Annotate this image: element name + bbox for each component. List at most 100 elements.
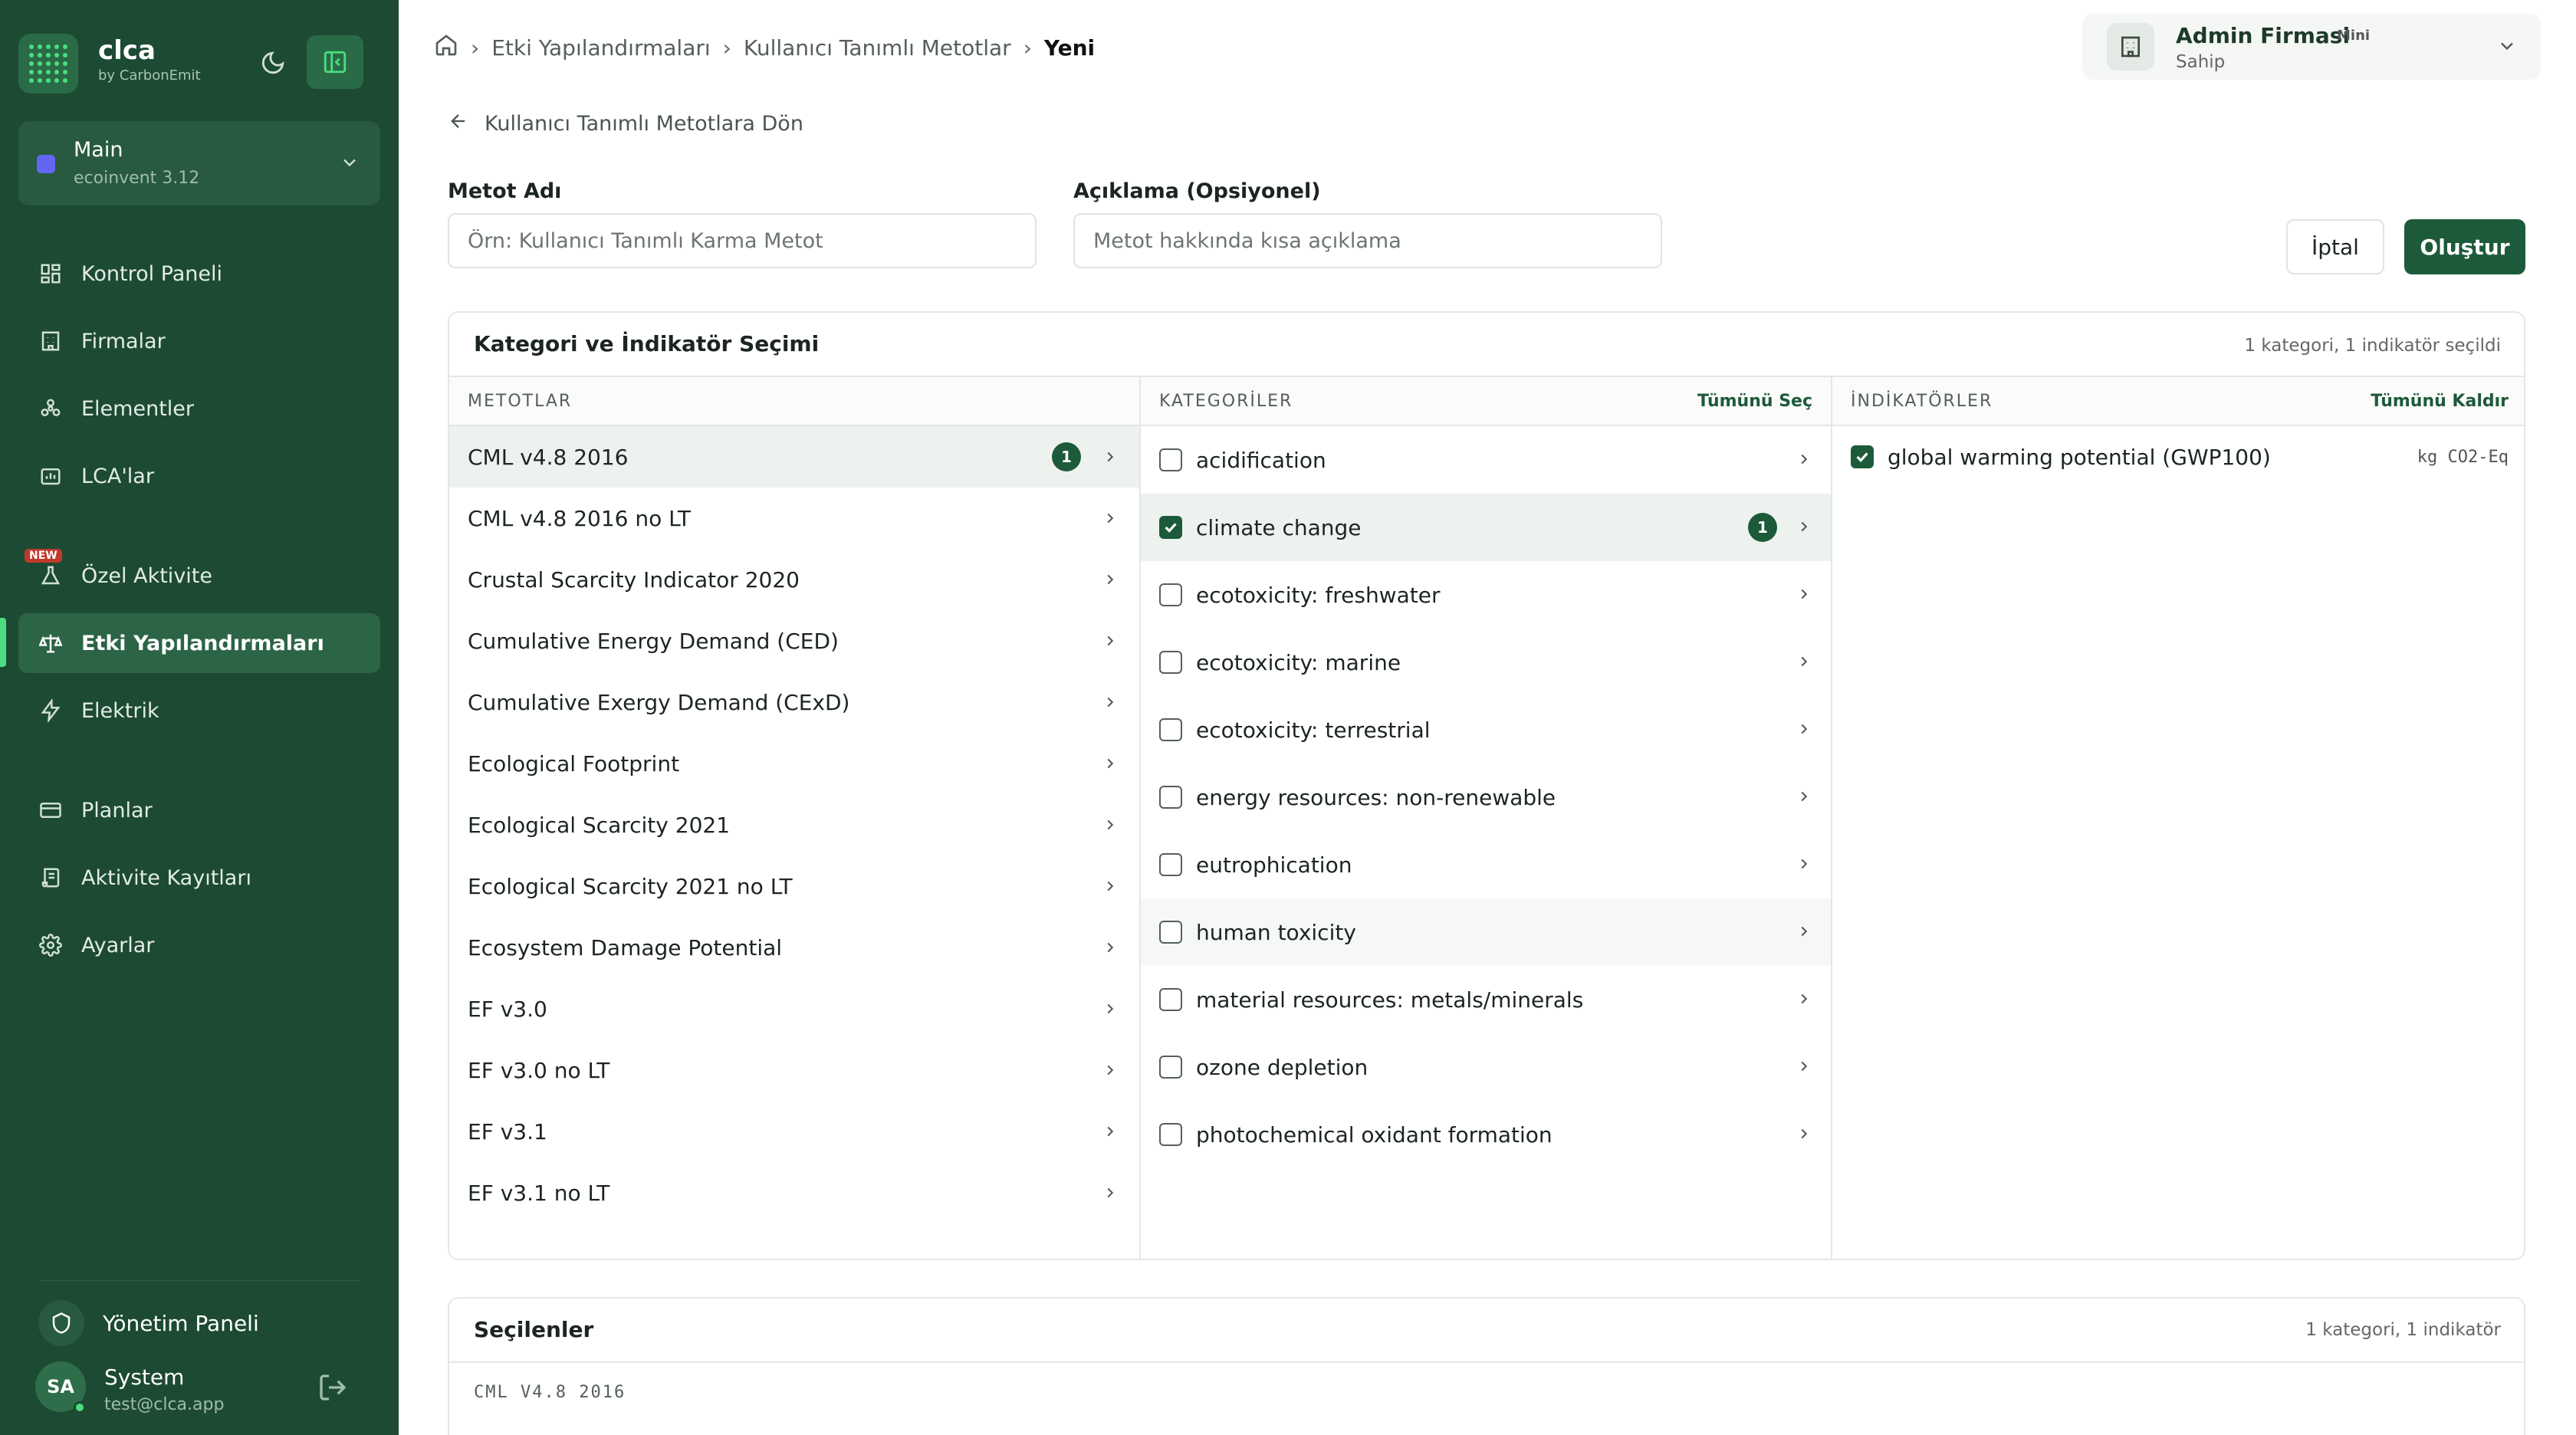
method-list-item[interactable]: EF v3.0 no LT bbox=[449, 1039, 1139, 1101]
indicator-list-item[interactable]: global warming potential (GWP100) kg CO2-… bbox=[1832, 426, 2524, 488]
sidebar-item-label: Ayarlar bbox=[81, 933, 155, 957]
sidebar-item-label: LCA'lar bbox=[81, 464, 154, 488]
elements-icon bbox=[37, 395, 64, 422]
category-checkbox[interactable] bbox=[1159, 1056, 1182, 1079]
category-checkbox[interactable] bbox=[1159, 651, 1182, 674]
selection-card-title: Kategori ve İndikatör Seçimi bbox=[474, 331, 820, 356]
firm-name: Admin Firmasi bbox=[2176, 23, 2351, 48]
admin-panel-link[interactable]: Yönetim Paneli bbox=[38, 1300, 259, 1346]
select-all-button[interactable]: Tümünü Seç bbox=[1697, 392, 1812, 411]
home-icon[interactable] bbox=[434, 33, 458, 63]
back-link[interactable]: Kullanıcı Tanımlı Metotlara Dön bbox=[448, 110, 803, 137]
category-list-item[interactable]: energy resources: non-renewable bbox=[1141, 763, 1831, 831]
category-checkbox[interactable] bbox=[1159, 921, 1182, 944]
collapse-sidebar-icon[interactable] bbox=[307, 35, 363, 89]
category-list-item[interactable]: material resources: metals/minerals bbox=[1141, 966, 1831, 1033]
chevron-down-icon bbox=[2496, 35, 2518, 62]
category-checkbox[interactable] bbox=[1159, 583, 1182, 606]
method-list-item[interactable]: Cumulative Energy Demand (CED) bbox=[449, 610, 1139, 672]
method-list-item[interactable]: Ecological Scarcity 2021 bbox=[449, 794, 1139, 855]
sidebar-item-firms[interactable]: Firmalar bbox=[18, 311, 380, 371]
sidebar-item-label: Kontrol Paneli bbox=[81, 261, 223, 286]
chevron-right-icon bbox=[1796, 852, 1812, 878]
chevron-right-icon: › bbox=[1023, 34, 1032, 61]
category-checkbox[interactable] bbox=[1159, 853, 1182, 876]
chevron-right-icon bbox=[1796, 987, 1812, 1013]
category-list-item[interactable]: ozone depletion bbox=[1141, 1033, 1831, 1101]
category-label: photochemical oxidant formation bbox=[1196, 1121, 1552, 1148]
project-selector[interactable]: Main ecoinvent 3.12 bbox=[18, 121, 380, 205]
description-label: Açıklama (Opsiyonel) bbox=[1073, 179, 1321, 203]
method-list-item[interactable]: Ecological Scarcity 2021 no LT bbox=[449, 855, 1139, 917]
category-checkbox[interactable] bbox=[1159, 516, 1182, 539]
method-list-item[interactable]: Crustal Scarcity Indicator 2020 bbox=[449, 549, 1139, 610]
project-name: Main bbox=[74, 138, 123, 162]
method-label: Ecosystem Damage Potential bbox=[468, 934, 783, 960]
category-list-item[interactable]: ecotoxicity: freshwater bbox=[1141, 561, 1831, 629]
method-list-item[interactable]: EF v3.1 bbox=[449, 1101, 1139, 1162]
dark-mode-icon[interactable] bbox=[256, 46, 290, 80]
sidebar-item-elements[interactable]: Elementler bbox=[18, 379, 380, 438]
category-list-item[interactable]: ecotoxicity: terrestrial bbox=[1141, 696, 1831, 763]
sidebar-item-dashboard[interactable]: Kontrol Paneli bbox=[18, 244, 380, 304]
sidebar-item-lcas[interactable]: LCA'lar bbox=[18, 446, 380, 506]
sidebar-item-activity-records[interactable]: Aktivite Kayıtları bbox=[18, 848, 380, 908]
sidebar-item-custom-activity[interactable]: Özel Aktivite bbox=[18, 546, 380, 606]
active-indicator bbox=[0, 618, 6, 667]
method-label: EF v3.1 no LT bbox=[468, 1180, 610, 1206]
category-checkbox[interactable] bbox=[1159, 786, 1182, 809]
sidebar-item-label: Aktivite Kayıtları bbox=[81, 865, 251, 890]
method-list-item[interactable]: Ecosystem Damage Potential bbox=[449, 917, 1139, 978]
sidebar-item-plans[interactable]: Planlar bbox=[18, 780, 380, 840]
indicators-column: İNDİKATÖRLER Tümünü Kaldır global warmin… bbox=[1832, 377, 2524, 1259]
category-list-item[interactable]: climate change 1 bbox=[1141, 494, 1831, 561]
category-checkbox[interactable] bbox=[1159, 718, 1182, 741]
sidebar-item-electricity[interactable]: Elektrik bbox=[18, 681, 380, 740]
category-list-item[interactable]: eutrophication bbox=[1141, 831, 1831, 898]
selected-card-header: Seçilenler 1 kategori, 1 indikatör bbox=[449, 1299, 2524, 1363]
logout-icon[interactable] bbox=[317, 1372, 348, 1408]
sidebar: clca by CarbonEmit Main ecoinvent 3.12 K… bbox=[0, 0, 399, 1435]
chevron-right-icon bbox=[1796, 448, 1812, 473]
category-list-item[interactable]: human toxicity bbox=[1141, 898, 1831, 966]
method-list-item[interactable]: Ecological Footprint bbox=[449, 733, 1139, 794]
method-list-item[interactable]: CML v4.8 2016 1 bbox=[449, 426, 1139, 488]
chevron-right-icon bbox=[1099, 1123, 1121, 1140]
category-list-item[interactable]: ecotoxicity: marine bbox=[1141, 629, 1831, 696]
remove-all-button[interactable]: Tümünü Kaldır bbox=[2371, 392, 2509, 411]
method-label: CML v4.8 2016 no LT bbox=[468, 505, 691, 531]
sidebar-item-impact-configs[interactable]: Etki Yapılandırmaları bbox=[18, 613, 380, 673]
sidebar-item-settings[interactable]: Ayarlar bbox=[18, 915, 380, 975]
method-name-input[interactable] bbox=[448, 213, 1037, 268]
flask-icon bbox=[37, 562, 64, 589]
create-button[interactable]: Oluştur bbox=[2404, 219, 2525, 274]
lightning-icon bbox=[37, 697, 64, 724]
project-database: ecoinvent 3.12 bbox=[74, 169, 200, 188]
method-list-item[interactable]: EF v3.0 bbox=[449, 978, 1139, 1039]
description-input[interactable] bbox=[1073, 213, 1662, 268]
chevron-right-icon bbox=[1099, 510, 1121, 527]
cancel-button[interactable]: İptal bbox=[2286, 219, 2384, 274]
method-list-item[interactable]: EF v3.1 no LT bbox=[449, 1162, 1139, 1223]
category-label: ecotoxicity: marine bbox=[1196, 649, 1401, 675]
methods-column-header: METOTLAR bbox=[449, 377, 1139, 426]
method-label: Ecological Scarcity 2021 no LT bbox=[468, 873, 793, 899]
chevron-right-icon bbox=[1099, 1000, 1121, 1017]
indicator-checkbox[interactable] bbox=[1851, 445, 1874, 468]
category-list-item[interactable]: acidification bbox=[1141, 426, 1831, 494]
category-checkbox[interactable] bbox=[1159, 988, 1182, 1011]
method-list-item[interactable]: CML v4.8 2016 no LT bbox=[449, 488, 1139, 549]
method-label: EF v3.0 bbox=[468, 996, 547, 1022]
breadcrumb-item-impact-configs[interactable]: Etki Yapılandırmaları bbox=[491, 35, 710, 61]
method-list-item[interactable]: Cumulative Exergy Demand (CExD) bbox=[449, 672, 1139, 733]
breadcrumb-item-custom-methods[interactable]: Kullanıcı Tanımlı Metotlar bbox=[744, 35, 1011, 61]
admin-panel-label: Yönetim Paneli bbox=[103, 1310, 259, 1336]
firm-selector[interactable]: Admin Firmasi Mini Sahip bbox=[2082, 14, 2541, 80]
category-list-item[interactable]: photochemical oxidant formation bbox=[1141, 1101, 1831, 1168]
category-checkbox[interactable] bbox=[1159, 448, 1182, 471]
category-checkbox[interactable] bbox=[1159, 1123, 1182, 1146]
dashboard-icon bbox=[37, 260, 64, 287]
method-label: EF v3.1 bbox=[468, 1118, 547, 1144]
logo-icon[interactable] bbox=[18, 34, 78, 94]
sidebar-item-label: Elementler bbox=[81, 396, 194, 421]
